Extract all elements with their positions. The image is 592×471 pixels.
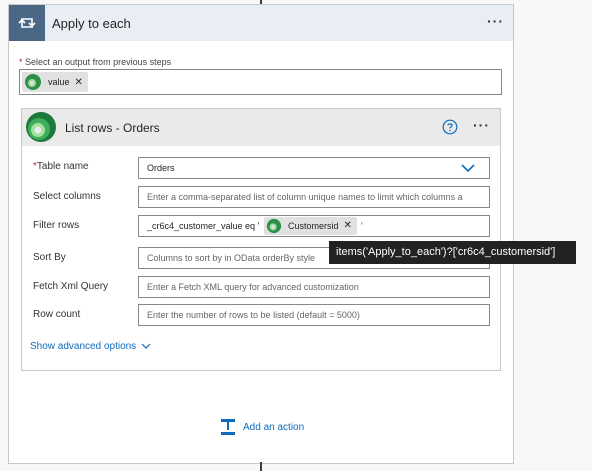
filter-rows-label: Filter rows	[33, 220, 80, 231]
dataverse-logo-icon	[266, 218, 282, 234]
table-name-label: *Table name	[33, 161, 89, 172]
select-output-label-text: Select an output from previous steps	[22, 57, 172, 67]
customersid-token[interactable]: Customersid ✕	[264, 217, 357, 235]
dataverse-logo-icon	[26, 112, 56, 142]
filter-rows-prefix: _cr6c4_customer_value eq '	[147, 221, 260, 231]
dataverse-logo-icon	[25, 74, 41, 90]
filter-rows-suffix: '	[361, 221, 363, 231]
select-output-input[interactable]: value ✕	[19, 69, 502, 95]
apply-to-each-card: Apply to each ··· * Select an output fro…	[8, 4, 514, 464]
row-count-label: Row count	[33, 309, 81, 320]
list-rows-title: List rows - Orders	[65, 121, 160, 135]
chevron-down-icon[interactable]	[461, 163, 475, 173]
value-token[interactable]: value ✕	[22, 72, 88, 92]
apply-to-each-title: Apply to each	[52, 16, 131, 31]
select-columns-label: Select columns	[33, 191, 101, 202]
step-more-options-icon[interactable]: ···	[473, 117, 490, 133]
loop-arrows-icon	[9, 5, 45, 41]
select-columns-input[interactable]: Enter a comma-separated list of column u…	[138, 186, 490, 208]
close-icon[interactable]: ✕	[75, 77, 83, 88]
table-name-label-text: Table name	[36, 161, 89, 172]
loop-more-options-icon[interactable]: ···	[487, 13, 504, 29]
help-circle-icon[interactable]	[442, 119, 458, 135]
fetch-xml-label: Fetch Xml Query	[33, 281, 109, 292]
table-name-value: Orders	[147, 163, 175, 173]
filter-rows-input[interactable]: _cr6c4_customer_value eq ' Customersid ✕…	[138, 215, 490, 237]
add-an-action-button[interactable]: Add an action	[220, 418, 304, 436]
select-output-label: * Select an output from previous steps	[19, 57, 171, 67]
list-rows-header[interactable]: List rows - Orders ···	[22, 109, 500, 146]
flow-connector-bottom	[260, 462, 262, 471]
table-name-select[interactable]: Orders	[138, 157, 490, 179]
value-token-label: value	[48, 77, 70, 87]
customersid-token-label: Customersid	[288, 221, 339, 231]
show-advanced-options-label: Show advanced options	[30, 341, 137, 352]
token-expression-tooltip: items('Apply_to_each')?['cr6c4_customers…	[329, 241, 576, 264]
add-an-action-label: Add an action	[243, 421, 305, 433]
add-action-icon	[221, 419, 235, 435]
list-rows-card: List rows - Orders ··· *Table name Order…	[21, 108, 501, 371]
fetch-xml-input[interactable]: Enter a Fetch XML query for advanced cus…	[138, 276, 490, 298]
show-advanced-options-link[interactable]: Show advanced options	[30, 341, 151, 352]
sort-by-label: Sort By	[33, 252, 66, 263]
chevron-down-icon	[141, 343, 151, 349]
row-count-input[interactable]: Enter the number of rows to be listed (d…	[138, 304, 490, 326]
close-icon[interactable]: ✕	[344, 216, 352, 236]
apply-to-each-header[interactable]: Apply to each ···	[9, 5, 513, 41]
